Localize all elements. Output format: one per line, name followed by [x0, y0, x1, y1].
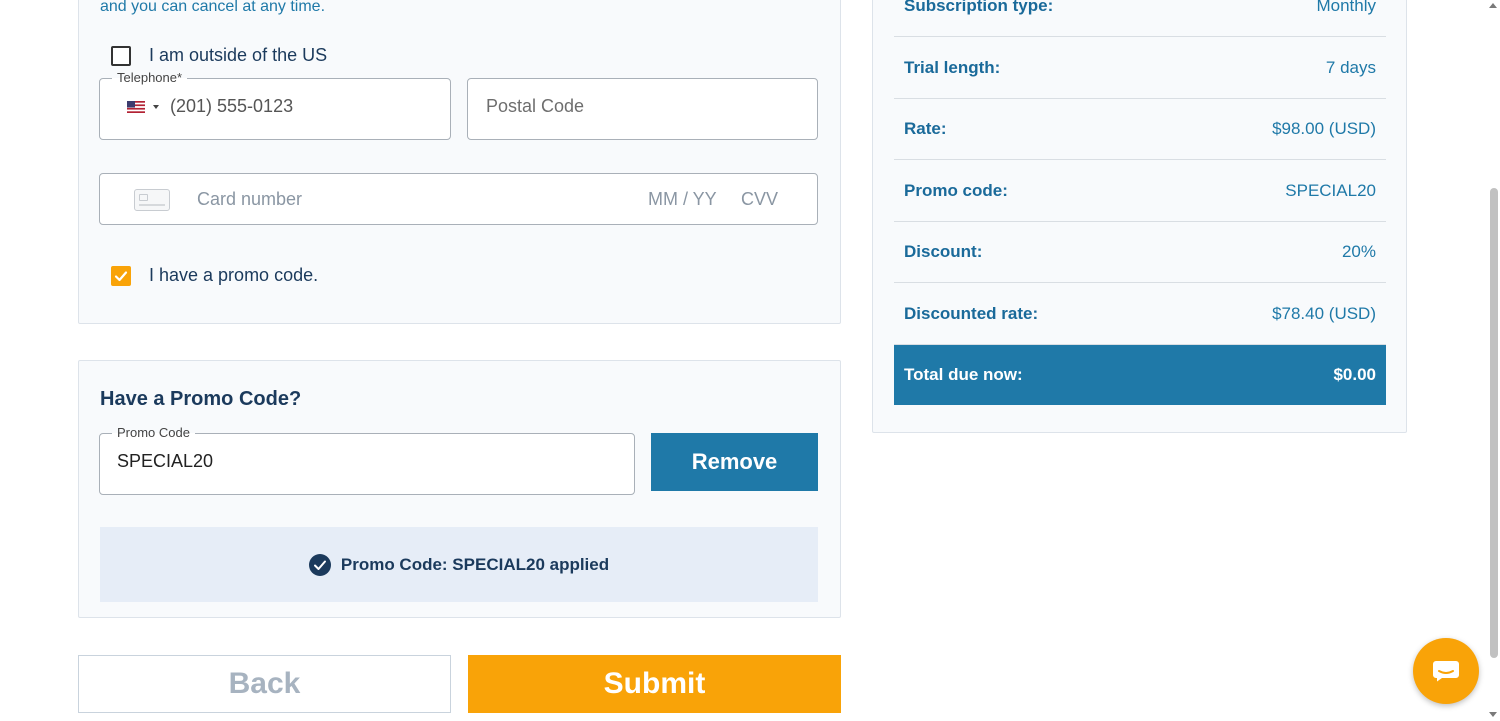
card-expiry-placeholder[interactable]: MM / YY: [648, 189, 717, 210]
telephone-label: Telephone*: [112, 71, 188, 85]
card-number-placeholder[interactable]: Card number: [197, 189, 302, 210]
submit-button[interactable]: Submit: [468, 655, 841, 713]
postal-code-field[interactable]: Postal Code: [467, 78, 818, 140]
total-due-label: Total due now:: [904, 365, 1023, 384]
scroll-up-arrow-icon[interactable]: [1489, 3, 1497, 8]
summary-row: Subscription type: Monthly: [894, 0, 1386, 37]
summary-row: Trial length: 7 days: [894, 37, 1386, 99]
summary-label: Discount:: [904, 241, 983, 261]
remove-promo-button[interactable]: Remove: [651, 433, 818, 491]
summary-value: 7 days: [1325, 57, 1376, 77]
promo-applied-banner: Promo Code: SPECIAL20 applied: [100, 527, 818, 602]
promo-checkbox-label: I have a promo code.: [149, 265, 319, 285]
checkmark-icon: [114, 270, 128, 281]
back-button[interactable]: Back: [78, 655, 451, 713]
outside-us-checkbox[interactable]: [111, 45, 131, 66]
chat-button[interactable]: [1413, 638, 1479, 704]
outside-us-checkbox-row[interactable]: I am outside of the US: [111, 45, 327, 66]
postal-code-placeholder[interactable]: Postal Code: [486, 96, 584, 117]
summary-value: $78.40 (USD): [1272, 303, 1376, 323]
summary-label: Discounted rate:: [904, 303, 1039, 323]
summary-label: Rate:: [904, 118, 947, 138]
outside-us-label: I am outside of the US: [149, 45, 328, 65]
telephone-field[interactable]: Telephone* (201) 555-0123: [99, 71, 451, 140]
cancel-notice: and you can cancel at any time.: [100, 0, 326, 15]
promo-title: Have a Promo Code?: [100, 388, 302, 410]
summary-label: Trial length:: [904, 57, 1001, 77]
check-circle-icon: [308, 553, 331, 576]
promo-applied-message: Promo Code: SPECIAL20 applied: [340, 554, 610, 574]
summary-label: Subscription type:: [904, 0, 1054, 15]
summary-value: SPECIAL20: [1285, 180, 1376, 200]
promo-checkbox-row[interactable]: I have a promo code.: [111, 265, 318, 286]
summary-row: Rate: $98.00 (USD): [894, 98, 1386, 160]
summary-row: Discounted rate: $78.40 (USD): [894, 283, 1386, 345]
summary-value: $98.00 (USD): [1272, 118, 1376, 138]
promo-code-value[interactable]: SPECIAL20: [117, 451, 213, 472]
scrollbar-thumb[interactable]: [1490, 188, 1498, 658]
scroll-down-arrow-icon[interactable]: [1489, 712, 1497, 717]
promo-code-label: Promo Code: [112, 426, 195, 440]
summary-value: Monthly: [1316, 0, 1376, 15]
summary-label: Promo code:: [904, 180, 1008, 200]
total-due-value: $0.00: [1333, 365, 1376, 384]
summary-value: 20%: [1341, 241, 1376, 261]
summary-row: Promo code: SPECIAL20: [894, 160, 1386, 222]
card-cvv-placeholder[interactable]: CVV: [741, 189, 778, 210]
country-dropdown-icon[interactable]: [153, 105, 159, 109]
promo-code-field[interactable]: Promo Code SPECIAL20: [99, 426, 635, 495]
promo-checkbox[interactable]: [111, 265, 131, 286]
credit-card-icon: [134, 189, 170, 211]
chat-icon: [1433, 661, 1459, 682]
summary-row: Discount: 20%: [894, 221, 1386, 283]
us-flag-icon[interactable]: [127, 101, 145, 113]
card-input[interactable]: Card number MM / YY CVV: [99, 173, 818, 225]
total-due-row: Total due now: $0.00: [894, 345, 1386, 405]
telephone-value[interactable]: (201) 555-0123: [170, 96, 293, 117]
